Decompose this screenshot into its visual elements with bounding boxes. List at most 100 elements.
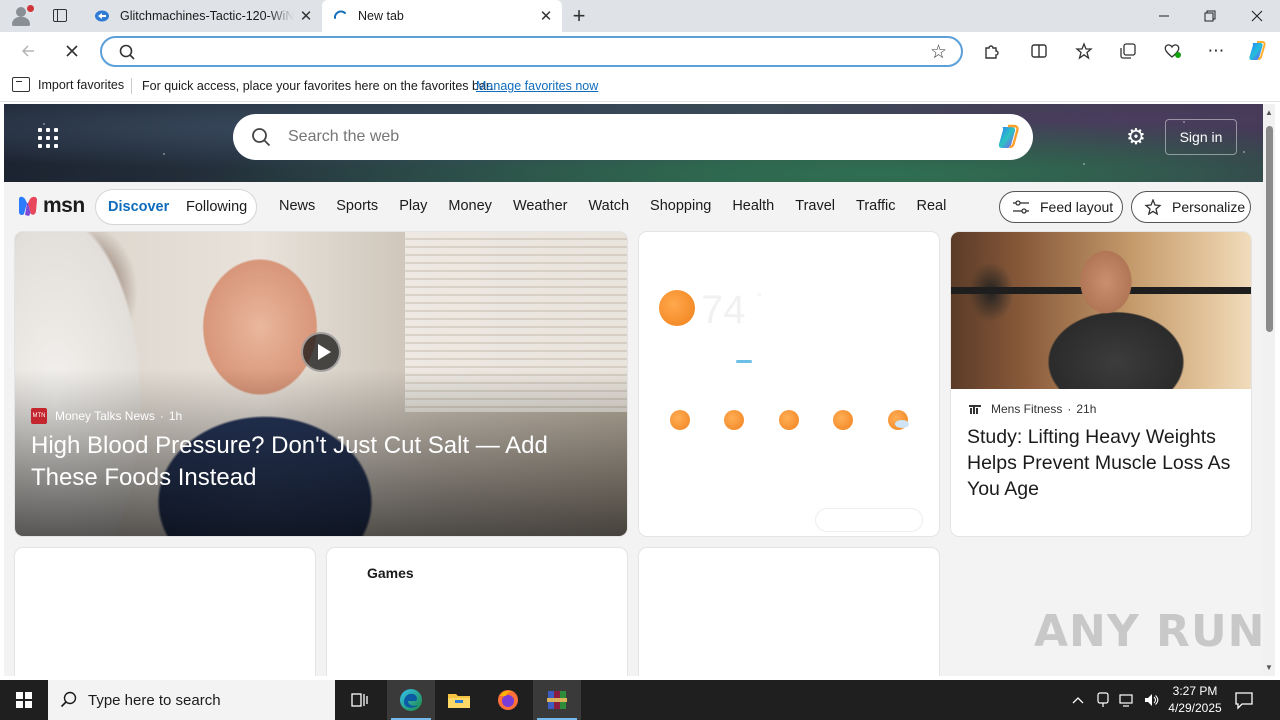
games-card[interactable]: Games [327, 548, 627, 676]
article-age: 1h [168, 409, 183, 423]
weather-more-button[interactable] [815, 508, 923, 532]
more-options-icon[interactable]: ⋯ [1202, 38, 1230, 64]
scrollbar-thumb[interactable] [1266, 126, 1273, 332]
source-name: Money Talks News [55, 409, 155, 423]
article-source: MTN Money Talks News · 1h [31, 408, 183, 424]
search-icon [252, 128, 271, 147]
close-window-button[interactable] [1234, 0, 1280, 32]
close-tab-icon[interactable]: ✕ [534, 4, 558, 28]
search-icon [60, 691, 77, 708]
task-view-icon[interactable] [336, 680, 384, 720]
profile-icon[interactable] [10, 5, 34, 26]
notifications-icon[interactable] [1234, 690, 1256, 710]
source-logo [967, 401, 983, 417]
msn-butterfly-icon [19, 196, 37, 216]
feed-card-placeholder[interactable] [15, 548, 315, 676]
address-bar[interactable]: ☆ [100, 36, 963, 67]
edge-taskbar-icon[interactable] [387, 680, 435, 720]
copilot-icon[interactable] [1243, 38, 1271, 64]
feed-card-placeholder[interactable] [639, 548, 939, 676]
category-play[interactable]: Play [399, 198, 427, 214]
network-icon[interactable] [1116, 680, 1138, 720]
category-real-estate[interactable]: Real Estate [916, 198, 950, 214]
msn-logo-text: msn [43, 194, 85, 217]
tab-discover[interactable]: Discover [108, 199, 169, 215]
article-title[interactable]: High Blood Pressure? Don't Just Cut Salt… [31, 430, 591, 494]
browser-essentials-icon[interactable] [1158, 38, 1186, 64]
edge-download-icon [95, 10, 109, 22]
tab-actions-icon[interactable] [50, 6, 70, 26]
divider [131, 78, 132, 94]
category-travel[interactable]: Travel [795, 198, 835, 214]
manage-favorites-link[interactable]: Manage favorites now [476, 79, 598, 93]
personalize-button[interactable]: Personalize [1131, 191, 1251, 223]
category-traffic[interactable]: Traffic [856, 198, 895, 214]
scroll-up-arrow-icon[interactable]: ▲ [1265, 108, 1273, 117]
sparkle-star-icon [1144, 199, 1162, 215]
feed-layout-button[interactable]: Feed layout [999, 191, 1123, 223]
scroll-down-arrow-icon[interactable]: ▼ [1265, 663, 1273, 672]
category-sports[interactable]: Sports [336, 198, 378, 214]
collections-icon[interactable] [1114, 38, 1142, 64]
show-hidden-icons-chevron-icon[interactable] [1068, 680, 1088, 720]
favorites-hint: For quick access, place your favorites h… [142, 79, 493, 93]
split-screen-icon[interactable] [1025, 38, 1053, 64]
clock-date: 4/29/2025 [1168, 701, 1222, 715]
forecast-sunny-icon [670, 410, 690, 430]
loading-spinner-icon [334, 10, 346, 19]
fitness-article-card[interactable]: Mens Fitness · 21h Study: Lifting Heavy … [951, 232, 1251, 536]
favorite-star-icon[interactable]: ☆ [930, 41, 947, 64]
category-shopping[interactable]: Shopping [650, 198, 711, 214]
msn-logo[interactable]: msn [16, 193, 85, 219]
article-title[interactable]: Study: Lifting Heavy Weights Helps Preve… [967, 424, 1237, 502]
tab-new-tab[interactable]: New tab ✕ [322, 0, 562, 32]
firefox-icon[interactable] [484, 680, 532, 720]
import-favorites-button[interactable]: Import favorites [12, 77, 124, 92]
copilot-icon[interactable] [993, 122, 1023, 152]
clock-time: 3:27 PM [1172, 684, 1218, 698]
play-video-icon[interactable] [301, 332, 341, 372]
forecast-sunny-icon [779, 410, 799, 430]
category-weather[interactable]: Weather [513, 198, 568, 214]
file-explorer-icon[interactable] [435, 680, 483, 720]
restore-button[interactable] [1187, 0, 1233, 32]
taskbar-search-input[interactable] [88, 691, 328, 709]
temperature-unit: ° [757, 290, 762, 304]
web-search-input[interactable] [288, 126, 968, 148]
category-watch[interactable]: Watch [588, 198, 629, 214]
weather-card[interactable]: 74 ° [639, 232, 939, 536]
winrar-icon[interactable] [533, 680, 581, 720]
tab-following[interactable]: Following [186, 199, 247, 215]
taskbar-search[interactable] [48, 680, 335, 720]
extensions-icon[interactable] [977, 38, 1005, 64]
settings-gear-icon[interactable]: ⚙ [1125, 126, 1147, 148]
category-news[interactable]: News [279, 198, 315, 214]
feed-tabs: Discover Following [95, 189, 257, 225]
msn-nav-row: msn Discover Following News Sports Play Mon… [4, 182, 1263, 232]
back-button[interactable] [12, 35, 44, 67]
start-button[interactable] [0, 680, 48, 720]
forecast-partly-cloudy-icon [888, 410, 909, 430]
stop-loading-button[interactable] [56, 35, 88, 67]
page-scrollbar[interactable]: ▲ ▼ [1263, 104, 1275, 676]
minimize-button[interactable] [1141, 0, 1187, 32]
source-logo: MTN [31, 408, 47, 424]
category-health[interactable]: Health [732, 198, 774, 214]
tab-download[interactable]: Glitchmachines-Tactic-120-WiN-x64.rar ✕ [84, 0, 322, 32]
app-launcher-icon[interactable] [38, 128, 58, 148]
personalize-label: Personalize [1172, 199, 1246, 215]
favorites-icon[interactable] [1070, 38, 1098, 64]
games-title: Games [367, 565, 414, 581]
address-input[interactable] [142, 42, 922, 62]
sign-in-button[interactable]: Sign in [1165, 119, 1237, 155]
current-temperature: 74 [701, 288, 746, 332]
system-clock[interactable]: 3:27 PM 4/29/2025 [1158, 683, 1232, 717]
hero-article-card[interactable]: MTN Money Talks News · 1h High Blood Pre… [15, 232, 627, 536]
action-center-device-icon[interactable] [1093, 680, 1113, 720]
article-image [951, 232, 1251, 389]
web-search-box[interactable] [233, 114, 1033, 160]
close-tab-icon[interactable]: ✕ [294, 4, 318, 28]
new-tab-button[interactable]: + [566, 3, 592, 28]
search-icon [119, 44, 135, 60]
category-money[interactable]: Money [448, 198, 492, 214]
